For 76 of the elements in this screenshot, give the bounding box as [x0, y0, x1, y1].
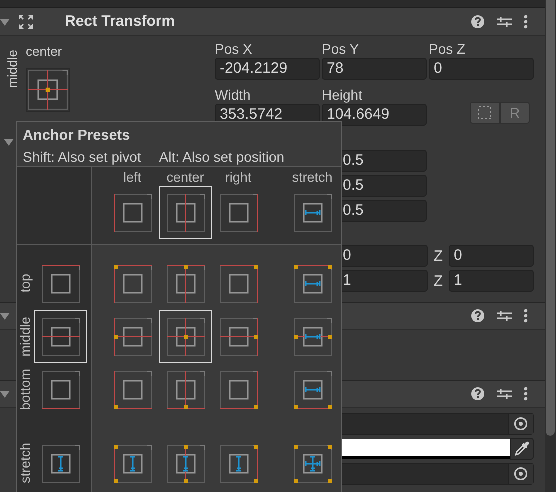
anchor-icon — [42, 370, 80, 408]
help-icon[interactable] — [471, 309, 485, 323]
column-label: left — [123, 170, 142, 186]
anchor-icon — [294, 318, 332, 356]
foldout-icon[interactable] — [0, 389, 10, 399]
number-field[interactable]: 1 — [449, 270, 534, 292]
row-label: middle — [18, 316, 33, 356]
more-menu-icon[interactable] — [524, 387, 528, 401]
anchor-icon — [294, 370, 332, 408]
number-field[interactable]: -204.2129 — [215, 58, 320, 80]
row-label: stretch — [18, 443, 33, 484]
settings-icon[interactable] — [497, 14, 512, 28]
anchor-icon — [294, 194, 332, 232]
anchor-horizontal-label: center — [26, 44, 64, 61]
foldout-icon[interactable] — [4, 137, 14, 147]
field-label: Pos Z — [429, 40, 467, 58]
more-menu-icon[interactable] — [524, 309, 528, 323]
anchor-widget-button[interactable] — [26, 68, 70, 112]
field-label: Pos X — [215, 40, 254, 58]
help-icon[interactable] — [471, 387, 485, 401]
anchor-icon — [220, 264, 258, 302]
component-title: Rect Transform — [65, 13, 176, 30]
anchor-icon — [166, 194, 204, 232]
number-field[interactable]: 104.6649 — [322, 104, 427, 126]
anchor-icon — [294, 444, 332, 482]
anchor-icon — [114, 194, 152, 232]
foldout-icon[interactable] — [0, 311, 10, 321]
column-label: right — [225, 170, 252, 186]
hint-text: Shift: Also set pivot — [23, 149, 142, 166]
anchor-icon — [220, 370, 258, 408]
number-field[interactable]: 78 — [322, 58, 427, 80]
foldout-icon[interactable] — [0, 16, 10, 26]
anchor-preset-button[interactable] — [159, 186, 212, 239]
object-picker-icon[interactable] — [514, 417, 528, 431]
eyedropper-icon[interactable] — [514, 441, 530, 457]
anchor-icon — [114, 370, 152, 408]
settings-icon[interactable] — [497, 387, 512, 401]
anchor-icon — [220, 194, 258, 232]
hint-text: Alt: Also set position — [159, 149, 285, 166]
anchor-preset-button[interactable] — [159, 310, 212, 363]
settings-icon[interactable] — [497, 309, 512, 323]
number-field[interactable]: 0 — [449, 245, 534, 267]
anchor-preset-button[interactable] — [34, 310, 87, 363]
anchor-icon — [114, 264, 152, 302]
anchor-icon — [166, 264, 204, 302]
anchor-icon — [42, 444, 80, 482]
anchor-icon — [166, 444, 204, 482]
scrollbar-thumb[interactable] — [546, 0, 555, 436]
anchor-icon — [114, 444, 152, 482]
field-label: Height — [322, 86, 364, 104]
help-icon[interactable] — [471, 14, 485, 28]
anchor-icon — [220, 318, 258, 356]
popup-title: Anchor Presets — [22, 127, 132, 144]
anchor-icon — [220, 444, 258, 482]
number-field[interactable]: 0 — [429, 58, 534, 80]
anchor-icon — [28, 70, 68, 110]
anchor-icon — [42, 318, 80, 356]
anchor-icon — [166, 318, 204, 356]
more-menu-icon[interactable] — [524, 14, 528, 28]
row-label: top — [18, 274, 33, 293]
dashed-square-icon — [478, 106, 492, 120]
anchor-icon — [166, 370, 204, 408]
column-label: center — [166, 170, 204, 186]
anchor-icon — [114, 318, 152, 356]
field-label: Pos Y — [322, 40, 360, 58]
blueprint-mode-button[interactable] — [470, 102, 500, 124]
field-label: Width — [215, 86, 252, 104]
axis-label: Z — [432, 272, 444, 290]
anchor-icon — [294, 264, 332, 302]
rect-transform-icon — [18, 14, 34, 30]
column-label: stretch — [292, 170, 333, 186]
axis-label: Z — [432, 248, 444, 264]
anchor-icon — [42, 264, 80, 302]
anchor-vertical-label: middle — [5, 50, 20, 88]
row-label: bottom — [18, 368, 33, 410]
object-picker-icon[interactable] — [514, 467, 528, 481]
